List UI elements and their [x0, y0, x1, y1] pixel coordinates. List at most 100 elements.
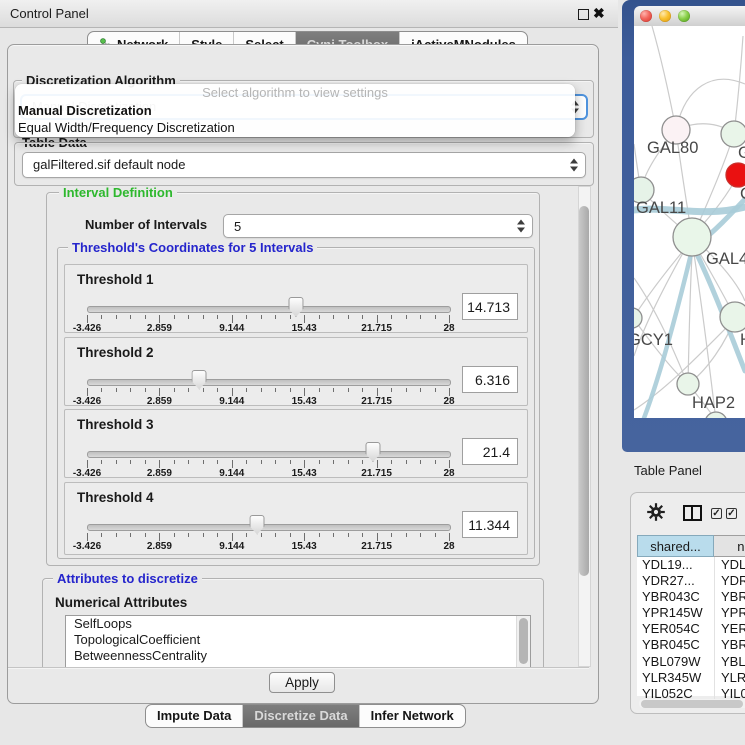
table-row[interactable]: YDL19...YDL19... — [637, 557, 745, 573]
slider-thumb[interactable] — [192, 370, 207, 390]
slider-track[interactable] — [87, 306, 451, 313]
network-node-label: GAL11 — [636, 199, 686, 217]
thresholds-group-label: Threshold's Coordinates for 5 Intervals — [68, 240, 317, 255]
table-data-group — [14, 142, 594, 186]
network-canvas[interactable]: GAL80GAL11GAL4GCY1HAP2GACYHA — [634, 26, 745, 418]
list-scrollbar[interactable] — [516, 616, 530, 667]
close-icon[interactable]: ✖ — [593, 3, 605, 23]
threshold-4-panel: Threshold 4-3.4262.8599.14415.4321.71528… — [64, 482, 528, 555]
minimize-traffic-light-icon[interactable] — [659, 10, 671, 22]
settings-scroll-area: Interval Definition Number of Intervals … — [15, 186, 577, 667]
table-horizontal-scrollbar-thumb[interactable] — [641, 700, 743, 708]
network-node[interactable] — [634, 308, 642, 328]
bottom-tab-discretize-data[interactable]: Discretize Data — [242, 705, 358, 727]
dropdown-prompt: Select algorithm to view settings — [15, 84, 575, 102]
algorithm-dropdown-popup: Select algorithm to view settings Manual… — [15, 84, 575, 137]
panel-separator — [8, 667, 589, 669]
table-panel-title: Table Panel — [622, 452, 745, 488]
network-edge — [634, 244, 689, 318]
cell-name[interactable]: YDR27... — [714, 573, 745, 589]
cell-shared-name[interactable]: YLR345W — [637, 670, 714, 686]
column-header-shared-name[interactable]: shared... — [637, 535, 714, 557]
cell-shared-name[interactable]: YBR045C — [637, 637, 714, 653]
threshold-label: Threshold 1 — [77, 272, 154, 287]
cell-shared-name[interactable]: YBR043C — [637, 589, 714, 605]
tab-label: Infer Network — [371, 705, 454, 727]
threshold-value-field[interactable]: 6.316 — [462, 366, 518, 393]
close-traffic-light-icon[interactable] — [640, 10, 652, 22]
table-rows: YDL19...YDL19...YDR27...YDR27...YBR043CY… — [637, 557, 745, 696]
threshold-1-panel: Threshold 1-3.4262.8599.14415.4321.71528… — [64, 264, 528, 333]
combobox-stepper-icon[interactable] — [517, 220, 526, 233]
attribute-list-item[interactable]: TopologicalCoefficient — [66, 632, 530, 648]
table-row[interactable]: YER054CYER054C — [637, 621, 745, 637]
network-node[interactable] — [726, 163, 745, 187]
attributes-group-label: Attributes to discretize — [53, 571, 202, 586]
threshold-value-field[interactable]: 11.344 — [462, 511, 518, 538]
network-node[interactable] — [705, 412, 727, 418]
cell-shared-name[interactable]: YBL079W — [637, 654, 714, 670]
table-horizontal-scrollbar[interactable] — [639, 699, 745, 708]
cell-name[interactable]: YLR345W — [714, 670, 745, 686]
slider-track[interactable] — [87, 451, 451, 458]
float-window-icon[interactable] — [578, 9, 589, 20]
threshold-3-panel: Threshold 3-3.4262.8599.14415.4321.71528… — [64, 409, 528, 478]
dropdown-item-manual-discretization[interactable]: Manual Discretization — [15, 102, 575, 119]
apply-button[interactable]: Apply — [269, 672, 335, 693]
network-node-label: GAL4 — [706, 250, 745, 268]
slider-thumb[interactable] — [365, 442, 380, 462]
table-row[interactable]: YLR345WYLR345W — [637, 670, 745, 686]
slider-thumb[interactable] — [288, 297, 303, 317]
bottom-tab-impute-data[interactable]: Impute Data — [146, 705, 242, 727]
split-columns-icon[interactable] — [683, 505, 702, 521]
numerical-attributes-list: SelfLoopsTopologicalCoefficientBetweenne… — [65, 615, 531, 667]
threshold-value-field[interactable]: 21.4 — [462, 438, 518, 465]
cell-name[interactable]: YBR043C — [714, 589, 745, 605]
cell-name[interactable]: YBL079W — [714, 654, 745, 670]
slider-track[interactable] — [87, 379, 451, 386]
network-node[interactable] — [720, 302, 745, 332]
number-of-intervals-label: Number of Intervals — [85, 217, 207, 232]
list-scrollbar-thumb[interactable] — [519, 618, 528, 664]
interval-definition-group: Interval Definition Number of Intervals … — [46, 192, 540, 566]
gear-icon[interactable] — [647, 503, 665, 521]
checkbox-icon[interactable]: ✓ — [726, 508, 737, 519]
window-title: Control Panel — [10, 0, 89, 27]
network-node-label: GA — [738, 144, 745, 162]
number-of-intervals-combobox[interactable]: 5 — [223, 214, 533, 238]
network-node-label: CY — [740, 185, 745, 203]
network-node-label: HA — [740, 331, 745, 349]
table-row[interactable]: YPR145WYPR145W — [637, 605, 745, 621]
cell-name[interactable]: YPR145W — [714, 605, 745, 621]
table-row[interactable]: YBR043CYBR043C — [637, 589, 745, 605]
column-header-name[interactable]: name — [714, 535, 745, 557]
bottom-tab-bar: Impute DataDiscretize Data Infer Network — [145, 704, 466, 728]
attribute-list-item[interactable]: SelfLoops — [66, 616, 530, 632]
cell-shared-name[interactable]: YDR27... — [637, 573, 714, 589]
cell-shared-name[interactable]: YDL19... — [637, 557, 714, 573]
table-row[interactable]: YDR27...YDR27... — [637, 573, 745, 589]
dropdown-item-equal-width-frequency[interactable]: Equal Width/Frequency Discretization — [15, 119, 575, 136]
network-node-label: GCY1 — [634, 331, 673, 349]
cell-shared-name[interactable]: YPR145W — [637, 605, 714, 621]
cell-shared-name[interactable]: YER054C — [637, 621, 714, 637]
network-node[interactable] — [677, 373, 699, 395]
slider-thumb[interactable] — [250, 515, 265, 535]
checkbox-icon[interactable]: ✓ — [711, 508, 722, 519]
slider-track[interactable] — [87, 524, 451, 531]
table-row[interactable]: YBL079WYBL079W — [637, 654, 745, 670]
cell-name[interactable]: YBR045C — [714, 637, 745, 653]
numerical-attributes-label: Numerical Attributes — [55, 595, 187, 610]
slider-tick-labels: -3.4262.8599.14415.4321.71528 — [87, 541, 449, 553]
table-panel-window: ✓ ✓ shared... name YDL19...YDL19...YDR27… — [630, 492, 745, 714]
cell-name[interactable]: YER054C — [714, 621, 745, 637]
network-edge — [677, 79, 745, 126]
table-row[interactable]: YBR045CYBR045C — [637, 637, 745, 653]
attribute-list-item[interactable]: BetweennessCentrality — [66, 648, 530, 664]
network-graph[interactable]: GAL80GAL11GAL4GCY1HAP2GACYHA — [634, 26, 745, 418]
settings-scrollbar-thumb[interactable] — [579, 206, 589, 576]
zoom-traffic-light-icon[interactable] — [678, 10, 690, 22]
threshold-value-field[interactable]: 14.713 — [462, 293, 518, 320]
cell-name[interactable]: YDL19... — [714, 557, 745, 573]
bottom-tab-infer-network[interactable]: Infer Network — [359, 705, 465, 727]
